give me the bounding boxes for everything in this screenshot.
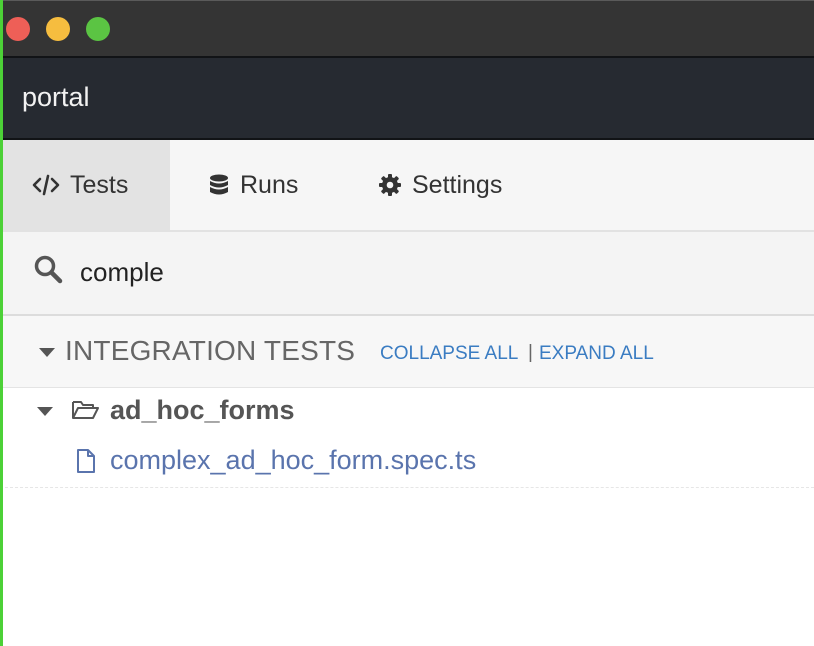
caret-down-icon[interactable] — [39, 348, 55, 357]
tab-settings[interactable]: Settings — [378, 140, 502, 230]
section-title: INTEGRATION TESTS — [65, 335, 356, 366]
database-icon — [208, 173, 230, 197]
code-icon — [32, 173, 60, 197]
spec-file-row[interactable]: complex_ad_hoc_form.spec.ts — [0, 436, 814, 488]
integration-tests-header[interactable]: INTEGRATION TESTS COLLAPSE ALL | EXPAND … — [0, 316, 814, 388]
caret-down-icon[interactable] — [37, 407, 53, 416]
search-input[interactable] — [66, 246, 782, 298]
file-icon — [76, 448, 96, 479]
tab-tests-label: Tests — [70, 170, 129, 199]
app-window: portal Tests Runs Settings comple INTEGR… — [0, 0, 814, 646]
spec-file-link[interactable]: complex_ad_hoc_form.spec.ts — [110, 445, 476, 476]
gear-icon — [378, 173, 402, 197]
tab-settings-label: Settings — [412, 170, 503, 199]
close-window-button[interactable] — [6, 17, 30, 41]
tab-tests[interactable]: Tests — [0, 140, 170, 230]
window-edge — [0, 0, 3, 646]
folder-row[interactable]: ad_hoc_forms — [0, 388, 814, 434]
maximize-window-button[interactable] — [86, 17, 110, 41]
minimize-window-button[interactable] — [46, 17, 70, 41]
tab-runs-label: Runs — [240, 170, 299, 199]
expand-all-link[interactable]: EXPAND ALL — [539, 343, 654, 365]
nav-tabs: Tests Runs Settings — [0, 140, 814, 232]
folder-open-icon — [71, 398, 99, 427]
app-header: portal — [0, 56, 814, 140]
folder-name: ad_hoc_forms — [110, 395, 295, 425]
tab-runs[interactable]: Runs — [208, 140, 298, 230]
search-icon — [33, 254, 63, 289]
project-title: portal — [22, 82, 90, 112]
title-bar — [0, 0, 814, 56]
search-bar — [0, 232, 814, 316]
link-separator: | — [528, 342, 533, 363]
collapse-all-link[interactable]: COLLAPSE ALL — [380, 343, 518, 365]
